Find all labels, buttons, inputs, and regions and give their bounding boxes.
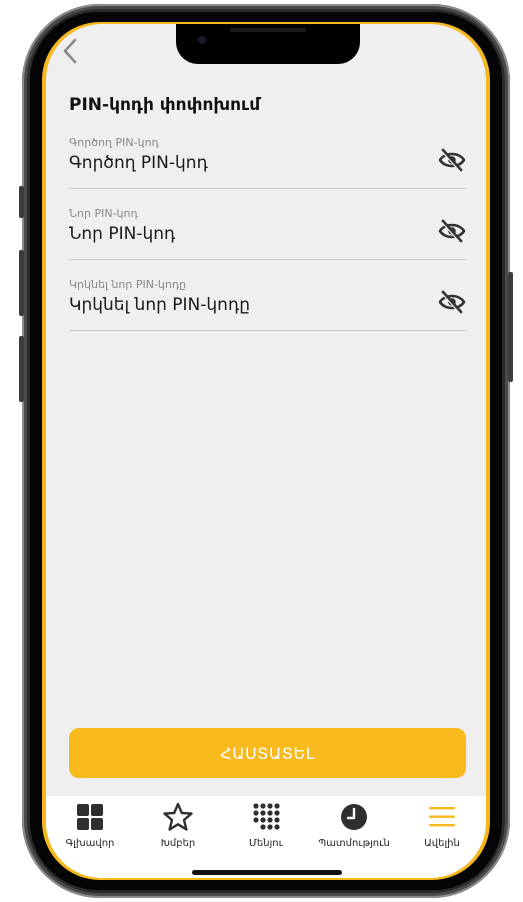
phone-volume-up-button bbox=[19, 250, 24, 316]
tab-menu-label: Մենյու bbox=[249, 838, 283, 849]
tab-home-label: Գլխավոր bbox=[65, 838, 115, 849]
bottom-tab-bar: Գլխավոր Խմբեր Մենյու Պատմություն Ավելին bbox=[46, 796, 486, 878]
current-pin-input[interactable]: Գործող PIN-կոդ bbox=[69, 153, 208, 173]
eye-off-icon[interactable] bbox=[438, 148, 466, 172]
tab-more[interactable]: Ավելին bbox=[398, 796, 486, 878]
new-pin-field[interactable]: Նոր PIN-կոդ Նոր PIN-կոդ bbox=[69, 207, 466, 260]
earpiece-speaker bbox=[230, 28, 306, 32]
current-pin-field[interactable]: Գործող PIN-կոդ Գործող PIN-կոդ bbox=[69, 136, 466, 189]
star-icon bbox=[163, 802, 193, 831]
repeat-new-pin-label: Կրկնել նոր PIN-կոդը bbox=[69, 278, 187, 291]
phone-power-button bbox=[508, 272, 513, 382]
current-pin-label: Գործող PIN-կոդ bbox=[69, 136, 159, 149]
phone-action-button bbox=[19, 186, 24, 218]
repeat-new-pin-field[interactable]: Կրկնել նոր PIN-կոդը Կրկնել նոր PIN-կոդը bbox=[69, 278, 466, 331]
dots-grid-icon bbox=[253, 803, 280, 830]
tab-history-label: Պատմություն bbox=[318, 838, 390, 849]
eye-off-icon[interactable] bbox=[438, 290, 466, 314]
tab-more-label: Ավելին bbox=[424, 838, 460, 849]
tab-groups-label: Խմբեր bbox=[160, 838, 196, 849]
tab-menu[interactable]: Մենյու bbox=[222, 796, 310, 878]
repeat-new-pin-input[interactable]: Կրկնել նոր PIN-կոդը bbox=[69, 295, 250, 315]
phone-volume-down-button bbox=[19, 336, 24, 402]
back-button[interactable] bbox=[56, 36, 86, 66]
tab-history[interactable]: Պատմություն bbox=[310, 796, 398, 878]
clock-icon bbox=[341, 804, 367, 830]
new-pin-input[interactable]: Նոր PIN-կոդ bbox=[69, 224, 175, 244]
app-screen: PIN-կոդի փոփոխում Գործող PIN-կոդ Գործող … bbox=[46, 24, 486, 878]
new-pin-label: Նոր PIN-կոդ bbox=[69, 207, 138, 220]
tab-groups[interactable]: Խմբեր bbox=[134, 796, 222, 878]
phone-notch bbox=[176, 24, 360, 64]
page-title: PIN-կոդի փոփոխում bbox=[69, 95, 261, 115]
eye-off-icon[interactable] bbox=[438, 219, 466, 243]
chevron-left-icon bbox=[63, 38, 77, 64]
confirm-button[interactable]: ՀԱՍՏԱՏԵԼ bbox=[69, 728, 466, 778]
home-indicator[interactable] bbox=[192, 870, 342, 875]
hamburger-menu-icon bbox=[429, 807, 455, 827]
grid-icon bbox=[77, 804, 103, 830]
front-camera bbox=[198, 36, 206, 44]
tab-home[interactable]: Գլխավոր bbox=[46, 796, 134, 878]
